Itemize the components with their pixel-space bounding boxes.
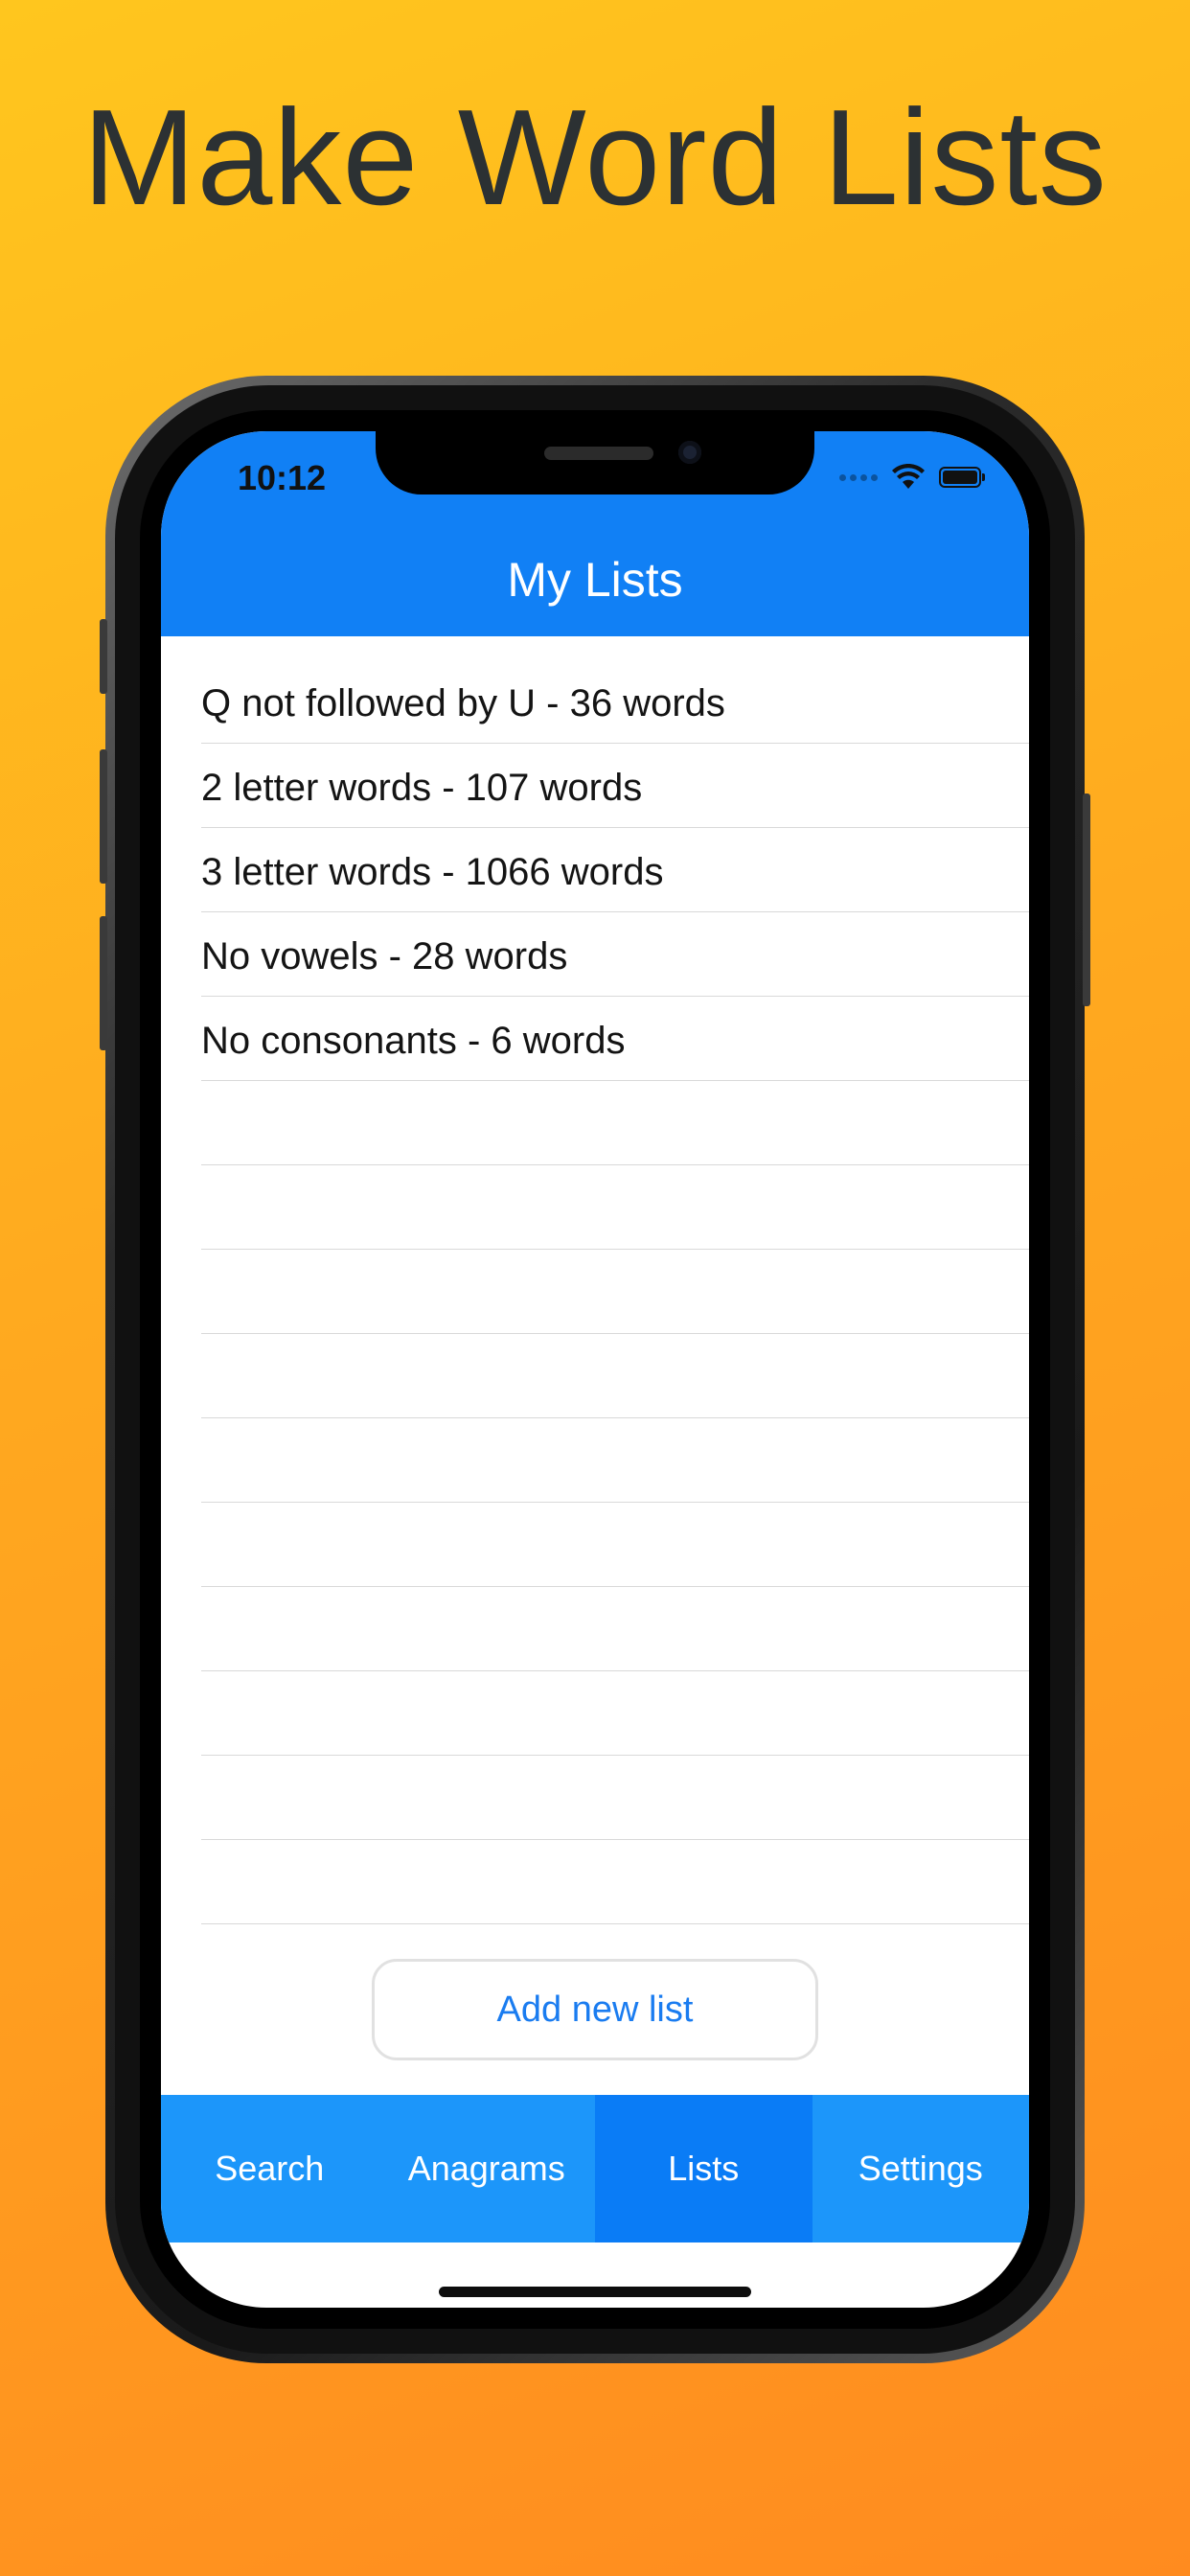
wifi-icon bbox=[892, 464, 925, 489]
volume-down-button bbox=[100, 916, 107, 1050]
tab-search[interactable]: Search bbox=[161, 2095, 378, 2242]
empty-row bbox=[201, 1587, 1029, 1671]
empty-row bbox=[201, 1165, 1029, 1250]
page-title: My Lists bbox=[507, 553, 683, 607]
tab-anagrams[interactable]: Anagrams bbox=[378, 2095, 596, 2242]
empty-row bbox=[201, 1503, 1029, 1587]
list-item[interactable]: No vowels - 28 words bbox=[201, 912, 1029, 997]
empty-row bbox=[201, 1671, 1029, 1756]
home-indicator[interactable] bbox=[439, 2287, 751, 2297]
tab-lists[interactable]: Lists bbox=[595, 2095, 812, 2242]
list-item[interactable]: No consonants - 6 words bbox=[201, 997, 1029, 1081]
navigation-bar: My Lists bbox=[161, 529, 1029, 636]
empty-row bbox=[201, 1840, 1029, 1924]
tab-settings[interactable]: Settings bbox=[812, 2095, 1030, 2242]
mute-switch bbox=[100, 619, 107, 694]
tab-bar: Search Anagrams Lists Settings bbox=[161, 2095, 1029, 2242]
front-camera bbox=[678, 441, 701, 464]
promo-headline: Make Word Lists bbox=[82, 81, 1108, 234]
list-item-label: No consonants - 6 words bbox=[201, 1020, 626, 1062]
status-time: 10:12 bbox=[238, 458, 327, 497]
word-lists-table: Q not followed by U - 36 words 2 letter … bbox=[161, 636, 1029, 1936]
empty-row bbox=[201, 1250, 1029, 1334]
empty-row bbox=[201, 1418, 1029, 1503]
status-bar: 10:12 bbox=[161, 431, 1029, 529]
notch bbox=[376, 431, 814, 494]
list-item-label: 2 letter words - 107 words bbox=[201, 767, 643, 809]
battery-icon bbox=[939, 467, 985, 488]
status-icons bbox=[839, 458, 985, 496]
speaker-grille bbox=[544, 447, 653, 460]
list-item[interactable]: 3 letter words - 1066 words bbox=[201, 828, 1029, 912]
empty-row bbox=[201, 1081, 1029, 1165]
list-item-label: Q not followed by U - 36 words bbox=[201, 682, 725, 724]
list-item[interactable]: 2 letter words - 107 words bbox=[201, 744, 1029, 828]
list-item-label: No vowels - 28 words bbox=[201, 935, 568, 978]
volume-up-button bbox=[100, 749, 107, 884]
power-button bbox=[1083, 794, 1090, 1006]
list-item-label: 3 letter words - 1066 words bbox=[201, 851, 664, 893]
phone-screen: 10:12 My Lists Q not followed by U - 36 … bbox=[161, 431, 1029, 2308]
list-item[interactable]: Q not followed by U - 36 words bbox=[201, 636, 1029, 744]
add-new-list-button[interactable]: Add new list bbox=[372, 1959, 818, 2060]
cellular-signal-icon bbox=[839, 473, 878, 481]
empty-row bbox=[201, 1756, 1029, 1840]
empty-row bbox=[201, 1334, 1029, 1418]
